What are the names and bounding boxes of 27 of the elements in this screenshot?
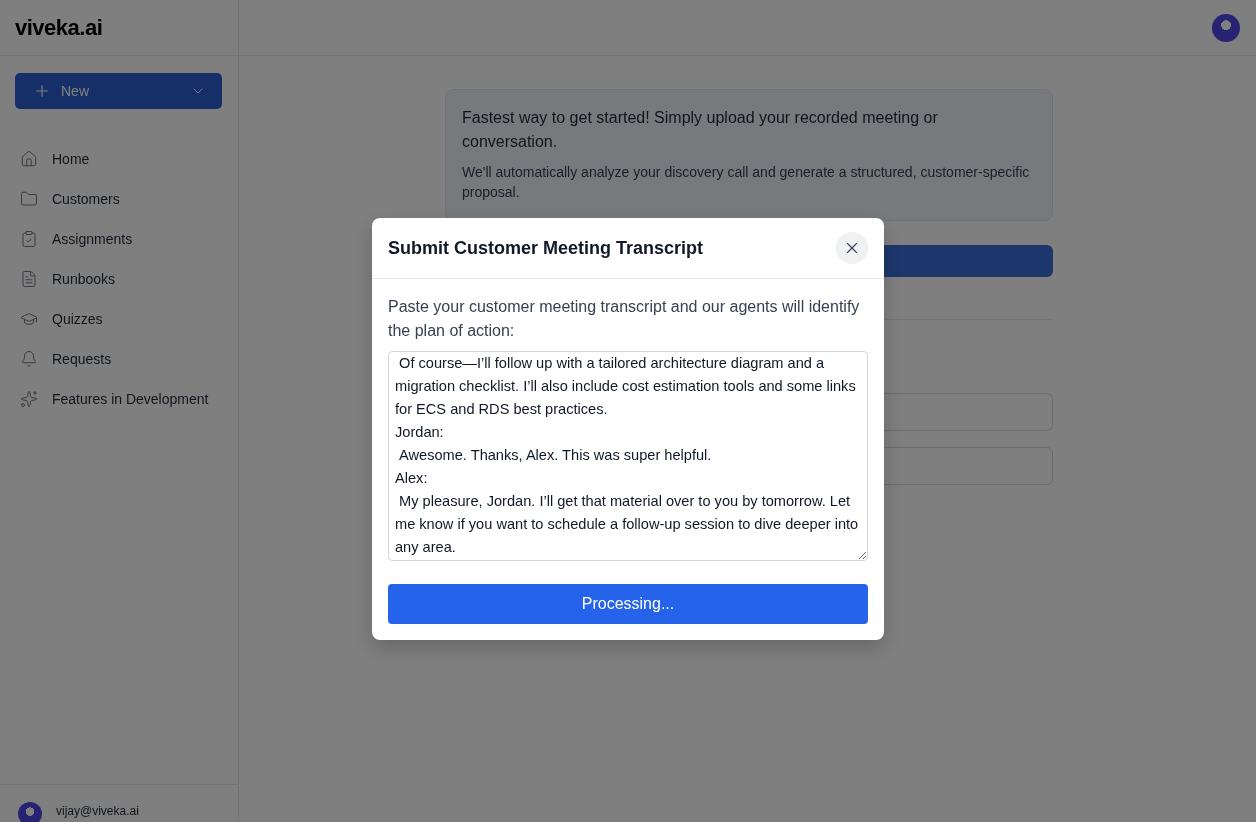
transcript-field[interactable]: Of course—I’ll follow up with a tailored architecture diagram and a migration checklist. I’ll also include cost estimation tools and some links for ECS and RDS best practices. Jordan: Awesome. Thanks, Alex. This was super helpful. Alex: My pleasure, Jordan. I’ll get that material over to you by tomorrow. Let me know if you want to schedule a follow-up session to dive deeper into any area.	[388, 351, 868, 561]
user-avatar[interactable]	[18, 802, 42, 822]
user-avatar[interactable]	[1212, 13, 1240, 42]
user-email: vijay@viveka.ai	[56, 804, 139, 818]
sidebar-item[interactable]: Features in Development	[0, 379, 238, 419]
clipboard-icon	[20, 230, 38, 248]
folder-icon	[20, 190, 38, 208]
sidebar-item[interactable]: Customers	[0, 179, 238, 219]
document-icon	[20, 270, 38, 288]
sidebar-item[interactable]: Assignments	[0, 219, 238, 259]
graduation-cap-icon	[20, 310, 38, 328]
house-icon	[20, 150, 38, 168]
sidebar-item[interactable]: Home	[0, 139, 238, 179]
submit-button[interactable]: Processing...	[388, 584, 868, 624]
logo: viveka.ai	[15, 14, 103, 41]
new-button[interactable]: New	[15, 73, 222, 109]
intro-text: We'll automatically analyze your discovery call and generate a structured, customer-specific proposal.	[462, 163, 1031, 202]
sidebar-item[interactable]: Quizzes	[0, 299, 238, 339]
sparkles-icon	[20, 390, 38, 408]
plus-icon	[33, 82, 51, 100]
dialog-title: Submit Customer Meeting Transcript	[388, 237, 704, 259]
sidebar-item[interactable]: Runbooks	[0, 259, 238, 299]
intro-title: Fastest way to get started! Simply upload your recorded meeting or conversation.	[462, 108, 939, 152]
dialog-description: Paste your customer meeting transcript and our agents will identify the plan of action:	[388, 297, 861, 341]
sidebar-item[interactable]: Requests	[0, 339, 238, 379]
close-button[interactable]	[836, 232, 868, 264]
bell-icon	[20, 350, 38, 368]
